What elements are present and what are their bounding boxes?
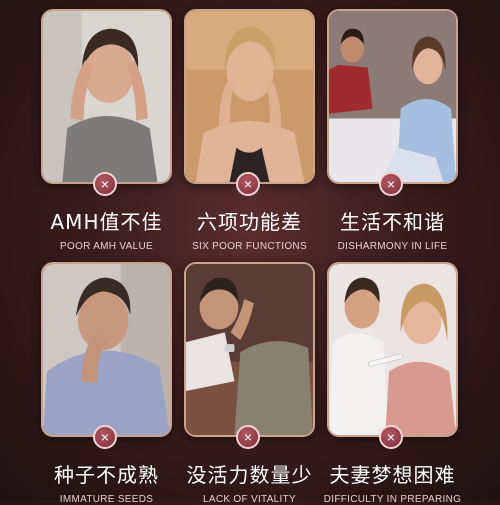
photo-worried-woman <box>184 9 315 184</box>
photo-couple-arguing <box>327 9 458 184</box>
card-title: 夫妻梦想困难 <box>329 463 456 487</box>
photo-couple-with-test <box>327 262 458 437</box>
close-icon: × <box>93 172 117 196</box>
problem-grid: × AMH值不佳 POOR AMH VALUE × 六项功能差 SIX POOR… <box>0 0 500 505</box>
photo-stressed-woman <box>41 9 172 184</box>
close-icon: × <box>93 425 117 449</box>
photo-tired-man-on-bed <box>184 262 315 437</box>
close-icon: × <box>236 425 260 449</box>
card-title: 生活不和谐 <box>340 210 445 234</box>
close-icon: × <box>379 425 403 449</box>
close-icon: × <box>379 172 403 196</box>
photo-man-head-in-hand <box>41 262 172 437</box>
card-subtitle: DISHARMONY IN LIFE <box>337 241 448 252</box>
close-icon: × <box>236 172 260 196</box>
